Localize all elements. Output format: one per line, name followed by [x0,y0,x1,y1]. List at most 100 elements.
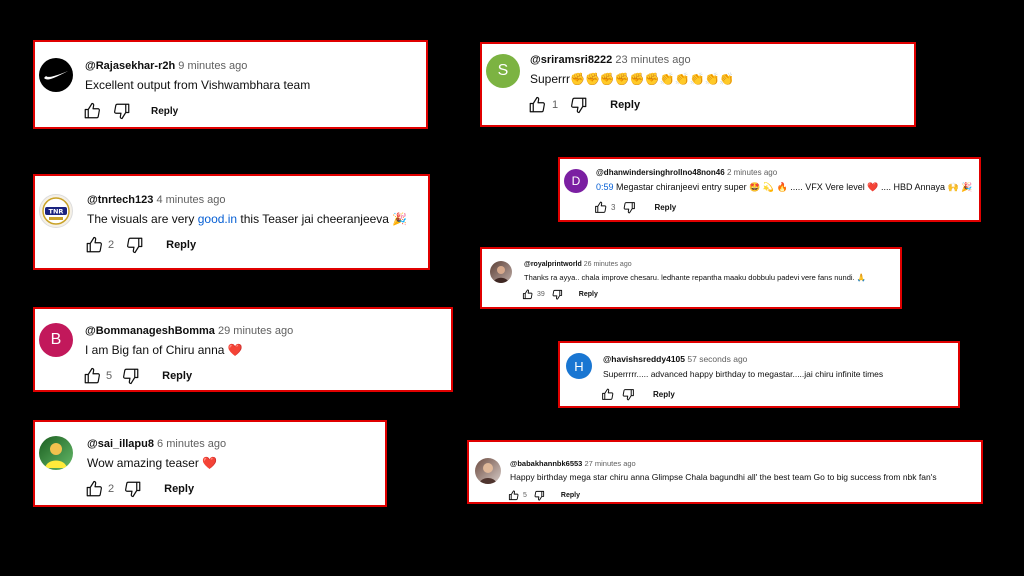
comment-text: Superrr✊✊✊✊✊✊👏👏👏👏👏 [530,72,735,86]
comment-time[interactable]: 27 minutes ago [584,459,635,468]
comment-card: @Rajasekhar-r2h 9 minutes ago Excellent … [33,40,428,129]
comment-card: @sai_illapu8 6 minutes ago Wow amazing t… [33,420,387,507]
thumbs-down-icon[interactable] [124,480,142,498]
letter-avatar-icon[interactable]: H [566,353,592,379]
comment-text: Happy birthday mega star chiru anna Glim… [510,472,937,482]
comment-text: Wow amazing teaser ❤️ [87,456,218,470]
reply-button[interactable]: Reply [561,492,580,499]
comment-time[interactable]: 26 minutes ago [584,261,632,268]
thumbs-down-icon[interactable] [622,388,635,401]
thumbs-down-icon[interactable] [623,201,636,214]
avatar-letter: B [50,331,62,348]
comment-time[interactable]: 4 minutes ago [156,194,225,206]
reply-button[interactable]: Reply [166,239,196,251]
comment-text: Thanks ra ayya.. chala improve chesaru. … [524,273,867,282]
reply-button[interactable]: Reply [654,203,676,212]
comment-meta: @Rajasekhar-r2h 9 minutes ago [85,60,247,72]
comment-meta: @havishsreddy4105 57 seconds ago [603,354,747,364]
comment-text-part: this Teaser jai cheeranjeeva 🎉 [237,212,408,226]
reply-button[interactable]: Reply [653,390,675,399]
comment-actions: 1 Reply [528,96,640,114]
comment-text: Excellent output from Vishwambhara team [85,78,311,92]
timestamp-link[interactable]: 0:59 [596,182,614,192]
thumbs-down-icon[interactable] [122,367,140,385]
thumbs-down-icon[interactable] [534,490,545,501]
thumbs-down-icon[interactable] [126,236,144,254]
like-count: 5 [106,370,113,382]
comment-actions: 3 Reply [594,201,676,214]
thumbs-up-icon[interactable] [522,289,533,300]
thumbs-up-icon[interactable] [508,490,519,501]
comment-card: H @havishsreddy4105 57 seconds ago Super… [558,341,960,408]
comment-card: B @BommanageshBomma 29 minutes ago I am … [33,307,453,392]
comment-author[interactable]: @dhanwindersinghrollno48non46 [596,168,725,177]
comment-time[interactable]: 6 minutes ago [157,438,226,450]
comment-author[interactable]: @sai_illapu8 [87,438,154,450]
like-count: 1 [552,99,559,111]
thumbs-up-icon[interactable] [85,480,103,498]
reply-button[interactable]: Reply [151,106,178,117]
comment-text: The visuals are very good.in this Teaser… [87,212,407,226]
comment-card: D @dhanwindersinghrollno48non46 2 minute… [558,157,981,222]
thumbs-up-icon[interactable] [85,236,103,254]
comment-author[interactable]: @royalprintworld [524,261,582,268]
thumbs-up-icon[interactable] [601,388,614,401]
thumbs-up-icon[interactable] [83,367,101,385]
reply-button[interactable]: Reply [610,99,640,111]
comment-time[interactable]: 57 seconds ago [687,354,747,364]
avatar-letter: S [497,62,509,79]
comment-link[interactable]: good.in [198,212,237,226]
like-count: 3 [611,203,616,212]
comment-author[interactable]: @BommanageshBomma [85,325,215,337]
comment-meta: @babakhannbk6553 27 minutes ago [510,459,636,468]
svg-text:TNR: TNR [49,208,64,216]
comment-actions: 2 Reply [85,480,194,498]
comment-author[interactable]: @Rajasekhar-r2h [85,60,175,72]
profile-photo-icon[interactable] [475,458,501,484]
comment-actions: 2 Reply [85,236,196,254]
like-count: 39 [537,291,545,298]
letter-avatar-icon[interactable]: S [486,54,520,88]
comment-meta: @sai_illapu8 6 minutes ago [87,438,226,450]
letter-avatar-icon[interactable]: B [39,323,73,357]
comment-author[interactable]: @sriramsri8222 [530,54,612,66]
comment-meta: @royalprintworld 26 minutes ago [524,261,632,268]
comment-author[interactable]: @tnrtech123 [87,194,153,206]
thumbs-up-icon[interactable] [83,102,101,120]
comment-time[interactable]: 9 minutes ago [178,60,247,72]
comment-actions: 5 Reply [83,367,192,385]
profile-photo-icon[interactable] [39,436,73,470]
reply-button[interactable]: Reply [162,370,192,382]
comment-time[interactable]: 2 minutes ago [727,168,777,177]
reply-button[interactable]: Reply [579,291,598,298]
nike-swoosh-icon[interactable] [39,58,73,92]
comment-card: @royalprintworld 26 minutes ago Thanks r… [480,247,902,309]
thumbs-up-icon[interactable] [594,201,607,214]
comment-actions: Reply [601,388,675,401]
like-count: 2 [108,239,115,251]
thumbs-down-icon[interactable] [570,96,588,114]
comment-actions: 39 Reply [522,289,598,300]
thumbs-down-icon[interactable] [552,289,563,300]
avatar-letter: D [571,174,581,188]
comment-meta: @tnrtech123 4 minutes ago [87,194,226,206]
reply-button[interactable]: Reply [164,483,194,495]
avatar-letter: H [574,358,584,374]
comment-card: TNR @tnrtech123 4 minutes ago The visual… [33,174,430,270]
letter-avatar-icon[interactable]: D [564,169,588,193]
thumbs-up-icon[interactable] [528,96,546,114]
thumbs-down-icon[interactable] [113,102,131,120]
like-count: 2 [108,483,115,495]
comment-author[interactable]: @babakhannbk6553 [510,459,582,468]
comment-text: I am Big fan of Chiru anna ❤️ [85,343,243,357]
comment-text-part: The visuals are very [87,212,198,226]
comment-text: 0:59 Megastar chiranjeevi entry super 🤩 … [596,182,972,193]
comment-card: S @sriramsri8222 23 minutes ago Superrr✊… [480,42,916,127]
profile-photo-icon[interactable] [490,261,512,283]
tnr-logo-icon[interactable]: TNR [39,194,73,228]
comment-author[interactable]: @havishsreddy4105 [603,354,685,364]
comment-actions: Reply [83,102,178,120]
comment-time[interactable]: 23 minutes ago [615,54,690,66]
like-count: 5 [523,492,527,499]
comment-time[interactable]: 29 minutes ago [218,325,293,337]
